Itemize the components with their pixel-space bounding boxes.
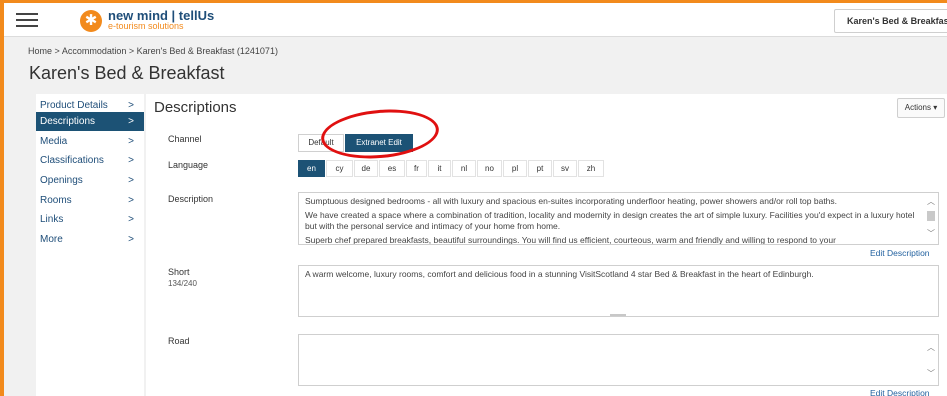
sidebar-item-descriptions[interactable]: Descriptions > [36, 112, 144, 131]
scroll-up-icon[interactable]: ︿ [925, 343, 937, 353]
textarea-resize-handle[interactable] [610, 314, 626, 316]
sidebar-item-label: Media [40, 136, 68, 147]
sidebar-nav: Product Details > Descriptions > Media >… [36, 94, 144, 396]
chevron-right-icon: > [128, 195, 134, 206]
short-description-textarea[interactable]: A warm welcome, luxury rooms, comfort an… [298, 265, 939, 317]
sidebar-item-label: Openings [40, 175, 83, 186]
breadcrumb-separator: > [128, 46, 135, 56]
chevron-right-icon: > [128, 214, 134, 225]
breadcrumb-home[interactable]: Home [28, 46, 52, 56]
breadcrumb-accommodation[interactable]: Accommodation [62, 46, 127, 56]
hamburger-menu-icon[interactable] [16, 13, 38, 27]
sidebar-item-classifications[interactable]: Classifications > [36, 151, 144, 170]
chevron-right-icon: > [128, 155, 134, 166]
sidebar-item-label: Product Details [40, 100, 108, 111]
sidebar-item-label: More [40, 234, 63, 245]
sidebar-item-rooms[interactable]: Rooms > [36, 191, 144, 210]
channel-option-default[interactable]: Default [298, 134, 344, 152]
actions-dropdown-button[interactable]: Actions ▾ [897, 98, 945, 118]
description-paragraph: We have created a space where a combinat… [305, 210, 915, 231]
lang-option-cy[interactable]: cy [326, 160, 353, 177]
road-description-textarea[interactable] [298, 334, 939, 386]
chevron-right-icon: > [128, 116, 134, 127]
road-scrollbar[interactable]: ︿ ﹀ [925, 335, 937, 385]
description-paragraph: Sumptuous designed bedrooms - all with l… [305, 196, 838, 206]
scroll-down-icon[interactable]: ﹀ [925, 229, 937, 239]
sidebar-item-label: Descriptions [40, 116, 96, 127]
lang-option-es[interactable]: es [379, 160, 405, 177]
brand-logo[interactable]: ✱ new mind | tellUs e-tourism solutions [80, 8, 310, 34]
scroll-thumb[interactable] [927, 211, 935, 221]
sidebar-item-more[interactable]: More > [36, 230, 144, 249]
description-scrollbar[interactable]: ︿ ﹀ [925, 193, 937, 244]
sidebar-item-label: Rooms [40, 195, 72, 206]
scroll-down-icon[interactable]: ﹀ [925, 369, 937, 379]
breadcrumb-current: Karen's Bed & Breakfast (1241071) [136, 46, 278, 56]
description-textarea[interactable]: Sumptuous designed bedrooms - all with l… [298, 192, 939, 245]
road-label: Road [168, 336, 190, 346]
lang-option-pl[interactable]: pl [503, 160, 527, 177]
account-selector[interactable]: Karen's Bed & Breakfast [834, 9, 947, 33]
edit-road-description-link[interactable]: Edit Description [870, 388, 930, 396]
sidebar-item-label: Classifications [40, 155, 104, 166]
logo-snowflake-icon: ✱ [80, 10, 102, 32]
lang-option-de[interactable]: de [354, 160, 378, 177]
app-window: ✱ new mind | tellUs e-tourism solutions … [0, 0, 947, 396]
sidebar-item-links[interactable]: Links > [36, 210, 144, 229]
short-label: Short [168, 267, 190, 277]
lang-option-en[interactable]: en [298, 160, 325, 177]
description-label: Description [168, 194, 214, 204]
section-title: Descriptions [154, 99, 237, 116]
breadcrumb: Home > Accommodation > Karen's Bed & Bre… [28, 46, 278, 56]
lang-option-zh[interactable]: zh [578, 160, 604, 177]
channel-label: Channel [168, 134, 202, 144]
breadcrumb-separator: > [54, 46, 60, 56]
chevron-right-icon: > [128, 136, 134, 147]
short-description-text: A warm welcome, luxury rooms, comfort an… [305, 269, 814, 279]
lang-option-nl[interactable]: nl [452, 160, 476, 177]
page-title: Karen's Bed & Breakfast [29, 63, 225, 83]
sidebar-item-media[interactable]: Media > [36, 132, 144, 151]
top-header: ✱ new mind | tellUs e-tourism solutions … [4, 3, 947, 37]
short-char-count: 134/240 [168, 279, 197, 288]
language-label: Language [168, 160, 209, 170]
lang-option-fr[interactable]: fr [406, 160, 427, 177]
lang-option-no[interactable]: no [477, 160, 502, 177]
lang-option-pt[interactable]: pt [528, 160, 552, 177]
scroll-up-icon[interactable]: ︿ [925, 197, 937, 207]
sidebar-item-openings[interactable]: Openings > [36, 171, 144, 190]
chevron-right-icon: > [128, 175, 134, 186]
lang-option-sv[interactable]: sv [553, 160, 577, 177]
channel-option-extranet-edit[interactable]: Extranet Edit [345, 134, 413, 152]
lang-option-it[interactable]: it [428, 160, 451, 177]
sidebar-item-label: Links [40, 214, 64, 225]
edit-description-link[interactable]: Edit Description [870, 248, 930, 258]
description-paragraph: Superb chef prepared breakfasts, beautif… [305, 235, 836, 245]
chevron-right-icon: > [128, 234, 134, 245]
logo-subtitle: e-tourism solutions [108, 21, 184, 31]
